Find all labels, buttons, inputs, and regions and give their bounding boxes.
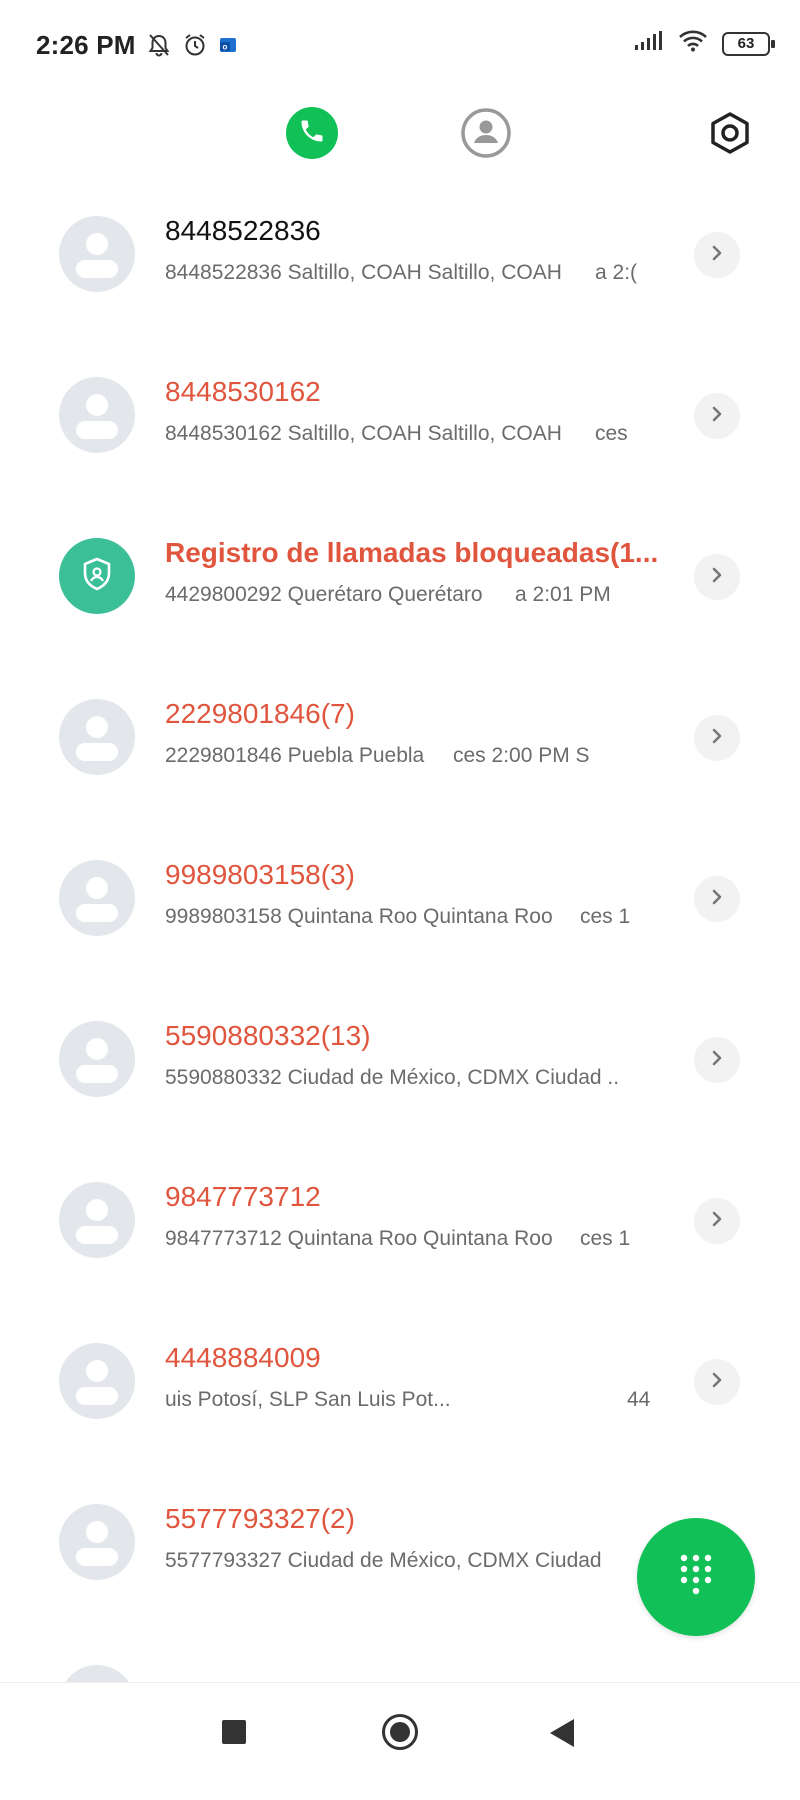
detail-button[interactable]: [694, 1037, 740, 1083]
detail-button[interactable]: [694, 715, 740, 761]
top-nav: [0, 104, 800, 168]
caller-detail: 8448522836 Saltillo, COAH Saltillo, COAH…: [165, 261, 655, 285]
caller-name: 8448530162: [165, 376, 321, 407]
call-time: ces 1: [580, 1227, 631, 1250]
caller-name: 9847773712: [165, 1181, 321, 1212]
caller-location: 5590880332 Ciudad de México, CDMX Ciudad…: [165, 1066, 620, 1089]
caller-name: 5590880332(13): [165, 1020, 371, 1051]
detail-button[interactable]: [694, 1359, 740, 1405]
caller-detail: 8448530162 Saltillo, COAH Saltillo, COAH…: [165, 422, 655, 446]
detail-button[interactable]: [694, 554, 740, 600]
call-time: ces: [595, 422, 628, 445]
tab-recents[interactable]: [286, 107, 338, 159]
chevron-right-icon: [708, 727, 726, 750]
settings-icon: [704, 112, 756, 163]
avatar: [59, 377, 135, 453]
phone-icon: [298, 117, 326, 150]
chevron-right-icon: [708, 1049, 726, 1072]
call-log-row[interactable]: 9989803158(3) 9989803158 Quintana Roo Qu…: [0, 834, 800, 995]
call-log-row[interactable]: 4448884009 uis Potosí, SLP San Luis Pot.…: [0, 1317, 800, 1478]
call-time: a 2:(: [595, 261, 638, 284]
call-log-row[interactable]: 9847773712 9847773712 Quintana Roo Quint…: [0, 1156, 800, 1317]
battery-icon: 63: [722, 31, 775, 56]
caller-name: 9989803158(3): [165, 859, 355, 890]
svg-text:o: o: [223, 43, 228, 52]
chevron-right-icon: [708, 888, 726, 911]
status-icons-left: o: [146, 32, 238, 63]
avatar: [59, 216, 135, 292]
caller-detail: 4429800292 Querétaro Querétaro a 2:01 PM: [165, 583, 655, 607]
caller-name: 8448522836: [165, 215, 321, 246]
call-time: a 2:01 PM: [515, 583, 611, 606]
caller-detail: 9847773712 Quintana Roo Quintana Roo ces…: [165, 1227, 655, 1251]
signal-icon: [634, 30, 664, 57]
recent-apps-button[interactable]: [222, 1720, 246, 1744]
shield-icon: [77, 554, 117, 599]
caller-location: 9847773712 Quintana Roo Quintana Roo: [165, 1227, 553, 1250]
detail-button[interactable]: [694, 1198, 740, 1244]
call-log-row[interactable]: 5590880332(13) 5590880332 Ciudad de Méxi…: [0, 995, 800, 1156]
call-time: ces 2:00 PM S: [453, 744, 590, 767]
caller-detail: 2229801846 Puebla Puebla ces 2:00 PM S: [165, 744, 655, 768]
chevron-right-icon: [708, 1371, 726, 1394]
caller-name: 5577793327(2): [165, 1503, 355, 1534]
call-log-row[interactable]: 8448530162 8448530162 Saltillo, COAH Sal…: [0, 351, 800, 512]
wifi-icon: [678, 30, 708, 57]
caller-detail: 9989803158 Quintana Roo Quintana Roo ces…: [165, 905, 655, 929]
dialpad-icon: [676, 1552, 716, 1603]
chevron-right-icon: [708, 566, 726, 589]
outlook-icon: o: [218, 35, 238, 60]
blocked-avatar: [59, 538, 135, 614]
call-log-row[interactable]: 8448522836 8448522836 Saltillo, COAH Sal…: [0, 190, 800, 351]
caller-detail: 5590880332 Ciudad de México, CDMX Ciudad…: [165, 1066, 655, 1090]
back-button[interactable]: [550, 1719, 574, 1747]
call-log-row-blocked[interactable]: Registro de llamadas bloqueadas(1... 442…: [0, 512, 800, 673]
avatar: [59, 699, 135, 775]
tab-settings[interactable]: [704, 107, 756, 159]
status-icons-right: 63: [634, 30, 775, 57]
system-nav-bar: [0, 1682, 800, 1779]
detail-button[interactable]: [694, 232, 740, 278]
chevron-right-icon: [708, 405, 726, 428]
caller-location: 4429800292 Querétaro Querétaro: [165, 583, 483, 606]
caller-location: 5577793327 Ciudad de México, CDMX Ciudad: [165, 1549, 602, 1572]
home-icon: [390, 1722, 410, 1742]
dialpad-button[interactable]: [637, 1518, 755, 1636]
avatar: [59, 1021, 135, 1097]
chevron-right-icon: [708, 244, 726, 267]
avatar: [59, 1504, 135, 1580]
caller-location: 9989803158 Quintana Roo Quintana Roo: [165, 905, 553, 928]
chevron-right-icon: [708, 1210, 726, 1233]
caller-location: 2229801846 Puebla Puebla: [165, 744, 425, 767]
caller-detail: uis Potosí, SLP San Luis Pot... 44: [165, 1388, 655, 1412]
bell-off-icon: [146, 32, 172, 63]
contacts-icon: [460, 108, 512, 163]
detail-button[interactable]: [694, 876, 740, 922]
status-time: 2:26 PM: [36, 30, 136, 60]
status-bar: 2:26 PM o 63: [0, 0, 800, 96]
alarm-icon: [182, 32, 208, 63]
caller-detail: 5577793327 Ciudad de México, CDMX Ciudad: [165, 1549, 655, 1573]
call-log-row[interactable]: 2229801846(7) 2229801846 Puebla Puebla c…: [0, 673, 800, 834]
avatar: [59, 860, 135, 936]
avatar: [59, 1343, 135, 1419]
caller-location: uis Potosí, SLP San Luis Pot...: [165, 1388, 451, 1411]
tab-contacts[interactable]: [460, 107, 512, 159]
caller-location: 8448530162 Saltillo, COAH Saltillo, COAH: [165, 422, 562, 445]
call-time: 44: [627, 1388, 651, 1411]
caller-name: 4448884009: [165, 1342, 321, 1373]
avatar: [59, 1182, 135, 1258]
battery-level: 63: [737, 35, 755, 52]
caller-name: 2229801846(7): [165, 698, 355, 729]
home-button[interactable]: [382, 1714, 418, 1750]
detail-button[interactable]: [694, 393, 740, 439]
call-time: ces 1: [580, 905, 631, 928]
caller-location: 8448522836 Saltillo, COAH Saltillo, COAH: [165, 261, 562, 284]
caller-name: Registro de llamadas bloqueadas(1...: [165, 537, 659, 568]
